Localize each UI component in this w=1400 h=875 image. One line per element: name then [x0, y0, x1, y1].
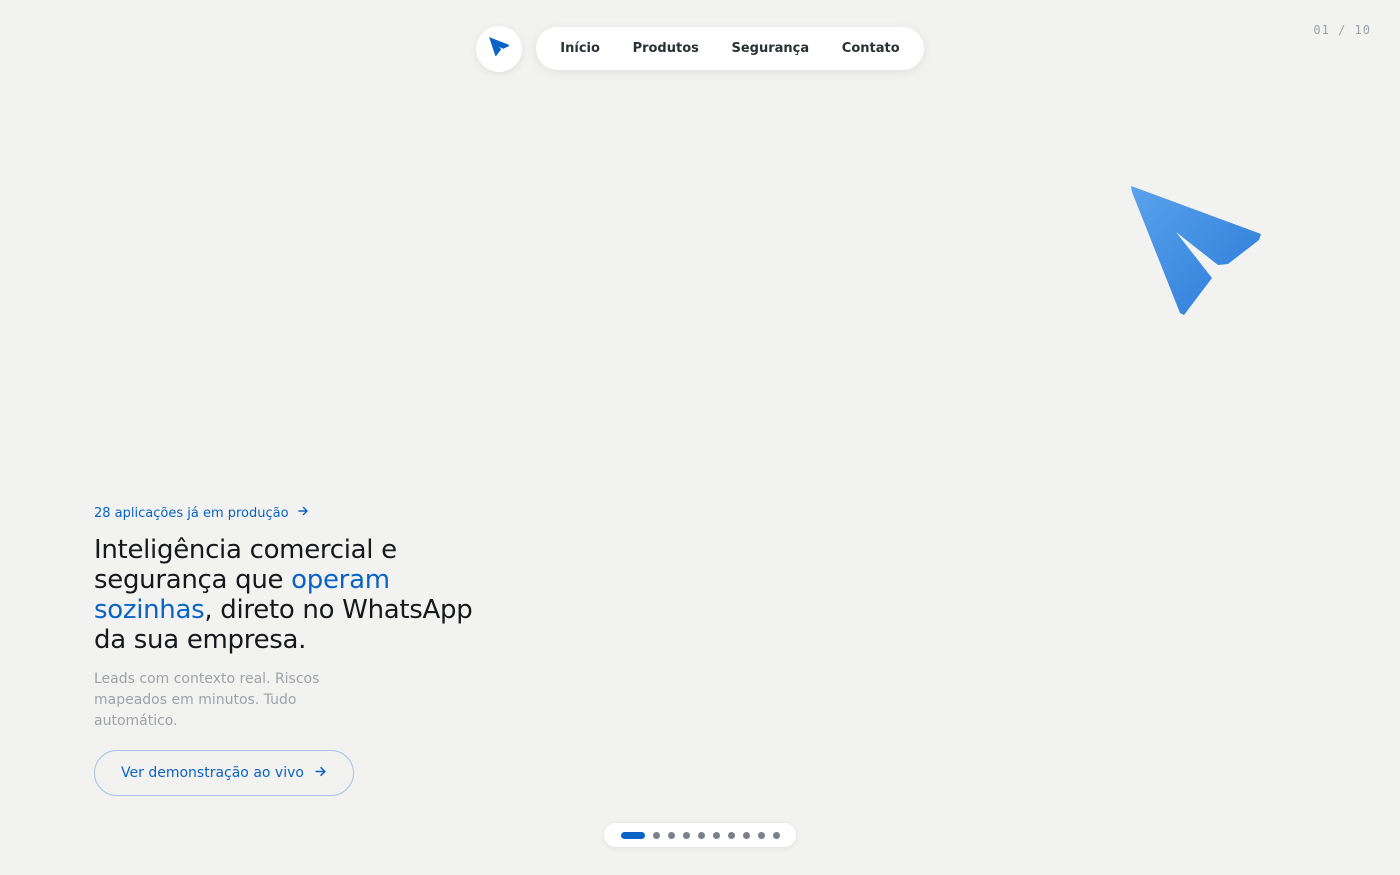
logo-button[interactable] [476, 26, 522, 72]
nav-link-produtos[interactable]: Produtos [625, 35, 707, 62]
pagination-dot-9[interactable] [757, 831, 765, 839]
pagination-dot-10[interactable] [772, 831, 780, 839]
hero-headline: Inteligência comercial e segurança que o… [94, 535, 484, 655]
pagination-dot-1[interactable] [620, 831, 645, 839]
nav-link-contato[interactable]: Contato [834, 35, 908, 62]
tagline-text: 28 aplicações já em produção [94, 505, 289, 521]
pagination-dot-4[interactable] [682, 831, 690, 839]
pagination-dot-5[interactable] [697, 831, 705, 839]
nav-link-seguranca[interactable]: Segurança [724, 35, 818, 62]
slide-pagination [604, 823, 796, 847]
cta-label: Ver demonstração ao vivo [121, 765, 304, 781]
arrow-right-icon [297, 505, 309, 521]
pagination-dot-2[interactable] [652, 831, 660, 839]
hero-subtext: Leads com contexto real. Riscos mapeados… [94, 671, 320, 729]
slide-counter: 01 / 10 [1313, 23, 1371, 37]
paper-plane-icon [488, 36, 510, 62]
nav-link-inicio[interactable]: Início [552, 35, 608, 62]
pagination-dot-6[interactable] [712, 831, 720, 839]
live-demo-button[interactable]: Ver demonstração ao vivo [94, 750, 354, 796]
hero-paper-plane-icon [1128, 182, 1264, 318]
pagination-dot-7[interactable] [727, 831, 735, 839]
pagination-dot-3[interactable] [667, 831, 675, 839]
arrow-right-icon [314, 765, 327, 782]
main-nav: Início Produtos Segurança Contato [536, 27, 924, 70]
landing-page: Início Produtos Segurança Contato 01 / 1… [0, 0, 1400, 875]
production-apps-link[interactable]: 28 aplicações já em produção [94, 505, 309, 521]
pagination-dot-8[interactable] [742, 831, 750, 839]
